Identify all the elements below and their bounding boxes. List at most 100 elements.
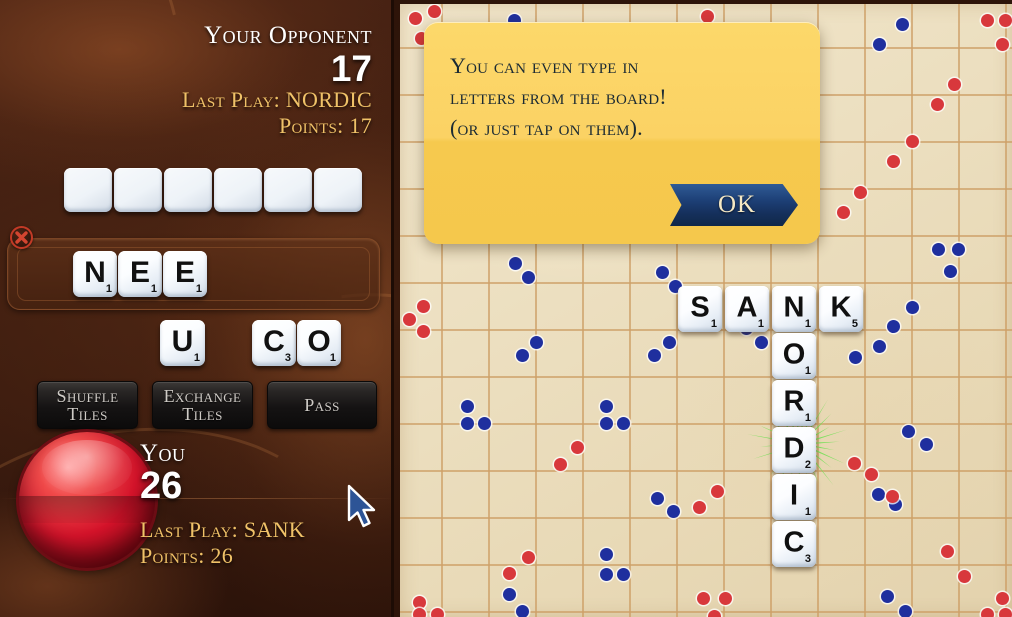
letter-tile[interactable]: I1 [772,474,816,520]
close-circle-icon[interactable] [10,226,33,249]
bonus-dot [848,457,861,470]
bonus-dot [478,417,491,430]
tile-points: 1 [804,412,811,424]
bonus-dot [503,567,516,580]
letter-tile[interactable]: A1 [725,286,769,332]
pass-button[interactable]: Pass [267,381,377,429]
dialog-line-2: letters from the board! [450,84,667,110]
bonus-dot [656,266,669,279]
opponent-info-panel: Your Opponent 17 Last Play: NORDIC Point… [0,22,372,139]
letter-tile[interactable]: C3 [252,320,296,366]
shuffle-label-line2: Tiles [67,404,108,424]
letter-tile[interactable]: E1 [118,251,162,297]
bonus-dot [651,492,664,505]
grid-line-horizontal [400,376,1012,378]
grid-line-horizontal [400,470,1012,472]
letter-tile[interactable]: N1 [772,286,816,332]
bonus-dot [906,135,919,148]
letter-tile[interactable]: O1 [772,333,816,379]
game-screen: Your Opponent 17 Last Play: NORDIC Point… [0,0,1012,617]
dialog-message: You can even type in letters from the bo… [450,50,795,144]
bonus-dot [873,340,886,353]
empty-tile-slot[interactable] [214,168,262,212]
tile-points: 1 [105,283,112,295]
letter-tile[interactable]: N1 [73,251,117,297]
bonus-dot [667,505,680,518]
letter-tile[interactable]: O1 [297,320,341,366]
shuffle-label-line1: Shuffle [56,385,119,406]
bonus-dot [948,78,961,91]
bonus-dot [873,38,886,51]
bonus-dot [999,14,1012,27]
empty-tile-slot[interactable] [264,168,312,212]
you-name: You [140,440,186,467]
bonus-dot [981,14,994,27]
loose-tile-group-b[interactable]: C3O1 [252,320,341,366]
ok-button-label: OK [717,191,757,218]
bonus-dot [409,12,422,25]
bonus-dot [417,325,430,338]
bonus-dot [899,605,912,617]
empty-tile-slot[interactable] [114,168,162,212]
tutorial-dialog: You can even type in letters from the bo… [424,22,820,244]
bonus-dot [600,400,613,413]
dialog-line-3: (or just tap on them). [450,115,643,141]
bonus-dot [503,588,516,601]
empty-tile-slot[interactable] [64,168,112,212]
bonus-dot [509,257,522,270]
bonus-dot [571,441,584,454]
bonus-dot [617,417,630,430]
bonus-dot [999,608,1012,617]
tile-points: 1 [804,365,811,377]
tile-points: 1 [804,506,811,518]
bonus-dot [600,548,613,561]
word-build-tray[interactable]: N1E1E1 [7,238,380,310]
bonus-dot [996,38,1009,51]
you-score: 26 [140,465,183,507]
bonus-dot [887,320,900,333]
bonus-dot [403,313,416,326]
exchange-tiles-button[interactable]: Exchange Tiles [152,381,253,429]
letter-tile[interactable]: K5 [819,286,863,332]
grid-line-horizontal [400,564,1012,566]
you-info-panel: You 26 Last Play: SANK Points: 26 [140,440,372,569]
bonus-dot [461,417,474,430]
tile-rack[interactable] [64,168,362,212]
empty-tile-slot[interactable] [314,168,362,212]
tile-points: 3 [804,553,811,565]
bonus-dot [958,570,971,583]
bonus-dot [428,5,441,18]
bonus-dot [530,336,543,349]
letter-tile[interactable]: R1 [772,380,816,426]
grid-line-horizontal [400,423,1012,425]
bonus-dot [849,351,862,364]
empty-tile-slot[interactable] [164,168,212,212]
bonus-dot [944,265,957,278]
loose-tile-group-a[interactable]: U1 [160,320,205,366]
letter-tile[interactable]: C3 [772,521,816,567]
exchange-label-line2: Tiles [182,404,223,424]
bonus-dot [522,271,535,284]
bonus-dot [755,336,768,349]
grid-line-horizontal [400,282,1012,284]
bonus-dot [708,610,721,617]
letter-tile[interactable]: S1 [678,286,722,332]
letter-tile[interactable]: E1 [163,251,207,297]
tile-points: 5 [851,318,858,330]
bonus-dot [461,400,474,413]
tile-points: 1 [804,318,811,330]
bonus-dot [886,490,899,503]
letter-tile[interactable]: U1 [160,320,205,366]
pass-label: Pass [304,394,340,415]
sidebar-panel: Your Opponent 17 Last Play: NORDIC Point… [0,0,397,617]
bonus-dot [932,243,945,256]
opponent-last-play: Last Play: NORDIC [181,87,372,112]
opponent-score: 17 [330,48,372,89]
grid-line-horizontal [400,611,1012,613]
shuffle-tiles-button[interactable]: Shuffle Tiles [37,381,138,429]
letter-tile[interactable]: D2 [772,427,816,473]
tile-points: 1 [150,283,157,295]
opponent-name: Your Opponent [204,22,372,49]
word-tray-tiles[interactable]: N1E1E1 [73,251,207,297]
ok-button[interactable]: OK [670,184,798,226]
